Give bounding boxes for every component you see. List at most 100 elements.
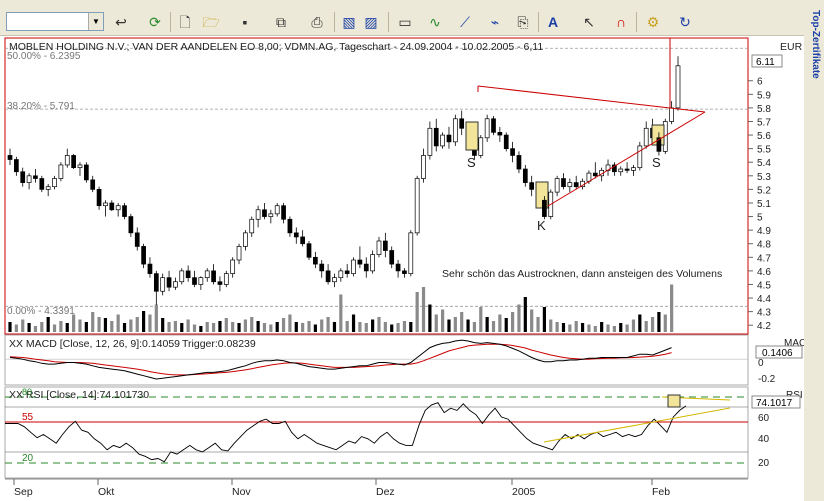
pattern-label-s1: S: [467, 155, 476, 170]
chart-area[interactable]: 50.00% - 6.2395 38.20% - 5.791 0.00% - 4…: [0, 36, 813, 501]
pointer-icon[interactable]: ↖: [580, 12, 598, 32]
refresh-icon[interactable]: ⟳: [146, 12, 164, 32]
volume-bar: [663, 314, 667, 332]
volume-bar: [269, 324, 273, 332]
pattern-label-s2: S: [652, 155, 661, 170]
settings-icon[interactable]: ⚙: [642, 12, 664, 32]
candle-body: [71, 155, 76, 169]
chevron-down-icon[interactable]: ▼: [88, 13, 103, 30]
fib-label-38: 38.20% - 5.791: [7, 101, 75, 112]
sidebar: Top-Zertifikate: [804, 0, 824, 104]
volume-bar: [148, 314, 152, 332]
volume-bar: [243, 319, 247, 332]
candle-body: [370, 254, 375, 272]
x-tick-label: Nov: [232, 486, 251, 498]
macd-trigger-label: Trigger:0.08239: [182, 338, 256, 350]
volume-bar: [173, 321, 178, 332]
open-folder-icon[interactable]: 🗁: [200, 12, 222, 32]
copy-icon[interactable]: ⧉: [272, 12, 290, 32]
price-tick-label: 5.2: [757, 185, 771, 196]
new-document-icon[interactable]: 🗋: [176, 12, 194, 32]
volume-bar: [294, 322, 298, 332]
volume-bar: [192, 324, 197, 332]
chart-2-icon[interactable]: ▨: [362, 12, 380, 32]
candle-body: [274, 205, 280, 215]
volume-bar: [33, 326, 38, 332]
volume-bar: [262, 323, 267, 332]
volume-bar: [517, 304, 521, 332]
analysis-icon[interactable]: ⌁: [484, 12, 506, 32]
top-zertifikate-tab[interactable]: Top-Zertifikate: [807, 10, 821, 79]
volume-bar: [568, 324, 572, 332]
volume-bar: [485, 317, 489, 332]
volume-bar: [46, 317, 50, 332]
back-icon[interactable]: ↩: [112, 12, 130, 32]
volume-bar: [593, 326, 597, 332]
layout-icon[interactable]: ▭: [394, 12, 416, 32]
volume-bar: [52, 324, 57, 332]
price-tick-label: 5: [757, 213, 763, 224]
candle-body: [395, 263, 401, 272]
candle-body: [185, 270, 191, 279]
candle-body: [567, 182, 573, 188]
pattern-label-k: K: [537, 218, 546, 233]
candle-body: [243, 232, 248, 247]
text-tool-icon[interactable]: A: [544, 12, 562, 32]
price-axis: 6 5.9 5.8 5.7 5.6 5.5 5.4 5.3 5.2 5.1 5 4.9 4.8 4.7 4.…: [748, 77, 771, 332]
x-tick-label: 2005: [512, 486, 536, 498]
candle-body: [497, 132, 503, 136]
rsi-level-label-20: 20: [22, 453, 34, 464]
volume-bar: [40, 322, 44, 332]
symbol-combo[interactable]: ▼: [6, 12, 104, 31]
rsi-tick-20: 20: [758, 458, 770, 469]
volume-bar: [78, 319, 82, 332]
volume-bar: [307, 321, 311, 332]
rsi-highlight-box: [667, 394, 681, 408]
price-tick-label: 4.8: [757, 240, 771, 251]
candle-body: [141, 246, 146, 265]
volume-bar: [205, 322, 209, 332]
macd-label: XX MACD [Close, 12, 26, 9]:0.14059: [9, 338, 180, 350]
chart-1-icon[interactable]: ▧: [340, 12, 358, 32]
volume-bar: [530, 309, 534, 332]
candle-body: [230, 259, 236, 274]
candle-body: [516, 155, 522, 170]
volume-bar: [91, 312, 95, 332]
volume-bar: [135, 317, 139, 332]
price-tick-label: 4.6: [757, 267, 771, 278]
candle-body: [376, 240, 382, 255]
rsi-tick-40: 40: [758, 434, 770, 445]
macd-tick-0: 0: [758, 358, 764, 369]
volume-bar: [390, 324, 394, 332]
volume-bar: [396, 323, 400, 332]
volume-bar: [504, 318, 508, 332]
volume-bar: [631, 319, 636, 332]
candle-body: [389, 250, 395, 265]
price-tick-label: 4.2: [757, 321, 771, 332]
candle-body: [211, 270, 216, 283]
candle-body: [351, 259, 356, 274]
print-icon[interactable]: ⎙: [308, 12, 326, 32]
drawing-icon[interactable]: ⟋: [454, 12, 476, 32]
volume-bar: [103, 318, 108, 332]
volume-bar: [110, 321, 114, 332]
x-tick-label: Feb: [652, 486, 670, 498]
candle-body: [134, 232, 140, 247]
reload-icon[interactable]: ↻: [674, 12, 696, 32]
indicator-icon[interactable]: ∿: [424, 12, 446, 32]
export-icon[interactable]: ⎘: [514, 12, 532, 32]
save-icon[interactable]: ▪: [236, 12, 254, 32]
volume-bar: [358, 322, 362, 332]
macd-tick-neg02: -0.2: [758, 374, 776, 385]
x-tick-label: Okt: [98, 486, 114, 498]
candle-body: [14, 159, 19, 173]
candle-body: [338, 270, 344, 279]
price-tick-label: 4.7: [757, 253, 771, 264]
magnet-icon[interactable]: ∩: [612, 12, 630, 32]
volume-bar: [409, 322, 413, 332]
candle-body: [344, 270, 350, 274]
volume-bar: [650, 317, 655, 332]
candle-body: [122, 205, 127, 217]
volume-bar: [199, 326, 203, 332]
volume-bar: [224, 318, 228, 332]
